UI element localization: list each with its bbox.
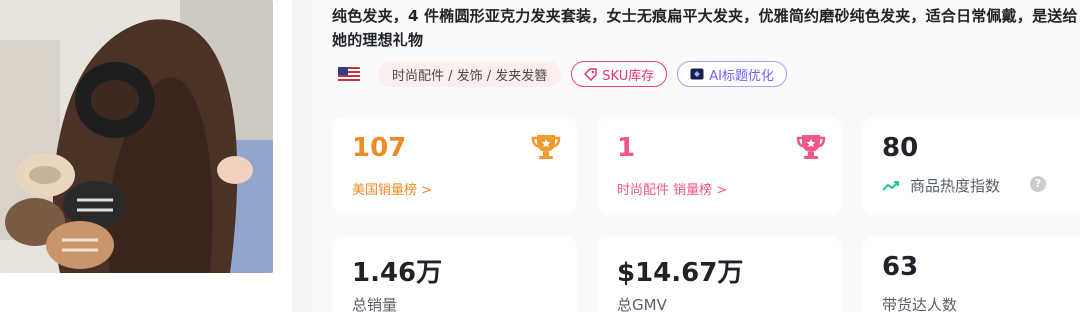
product-heat-label: 商品热度指数 [910,177,1001,195]
creator-count-value: 63 [882,252,919,282]
category-sales-rank-value: 1 [617,133,636,163]
total-gmv-label: 总GMV [617,296,667,312]
tag-icon [584,67,598,81]
panel-divider [292,0,312,312]
creator-count-label: 带货达人数 [882,296,958,312]
us-sales-rank-value: 107 [352,133,407,163]
total-sales-label: 总销量 [352,296,398,312]
product-tags: 时尚配件 / 发饰 / 发夹发簪 SKU库存 AI标题优化 [338,60,797,88]
us-sales-rank-card[interactable]: 107 美国销量榜 > [332,117,577,215]
category-tag[interactable]: 时尚配件 / 发饰 / 发夹发簪 [378,61,562,87]
product-heat-row: 商品热度指数 [882,175,1000,196]
total-gmv-card: $14.67万 总GMV [597,236,842,312]
trophy-icon [796,133,826,165]
ai-title-optimize-button[interactable]: AI标题优化 [677,61,787,87]
trophy-icon [531,133,561,165]
ai-title-optimize-label: AI标题优化 [709,68,774,84]
product-image-panel [0,0,292,312]
category-sales-rank-link[interactable]: 时尚配件 销量榜 > [617,179,727,198]
sku-stock-button[interactable]: SKU库存 [571,61,668,87]
category-sales-rank-card[interactable]: 1 时尚配件 销量榜 > [597,117,842,215]
total-gmv-value: $14.67万 [617,258,744,288]
help-icon[interactable]: ? [1030,176,1046,192]
product-image[interactable] [0,0,273,273]
product-info-panel: 纯色发夹，4 件椭圆形亚克力发夹套装，女士无痕扁平大发夹，优雅简约磨砂纯色发夹，… [312,0,1080,312]
total-sales-value: 1.46万 [352,258,443,288]
us-sales-rank-link[interactable]: 美国销量榜 > [352,179,432,198]
trend-icon [882,180,900,192]
ai-icon [690,68,704,80]
product-title: 纯色发夹，4 件椭圆形亚克力发夹套装，女士无痕扁平大发夹，优雅简约磨砂纯色发夹，… [332,7,1078,49]
us-flag-icon [338,66,360,82]
product-heat-value: 80 [882,133,919,163]
product-heat-card: 80 商品热度指数 ? [862,117,1080,215]
creator-count-card: 63 带货达人数 [862,236,1080,312]
total-sales-card: 1.46万 总销量 [332,236,577,312]
sku-stock-label: SKU库存 [602,68,655,84]
